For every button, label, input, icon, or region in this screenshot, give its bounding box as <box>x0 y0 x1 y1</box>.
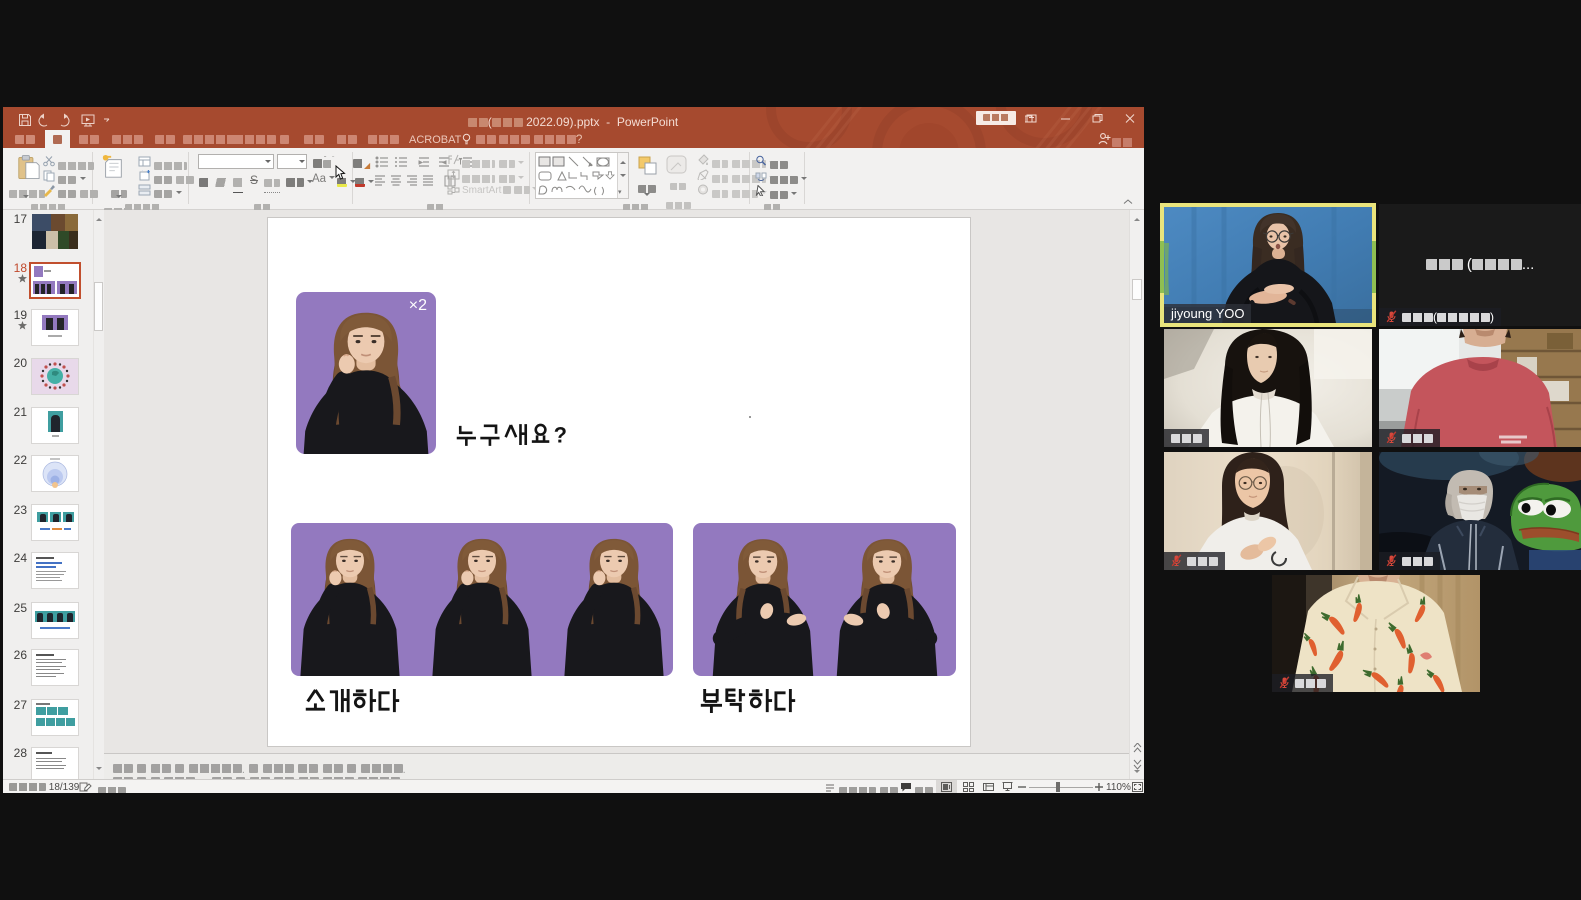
svg-text:?: ? <box>554 423 567 447</box>
